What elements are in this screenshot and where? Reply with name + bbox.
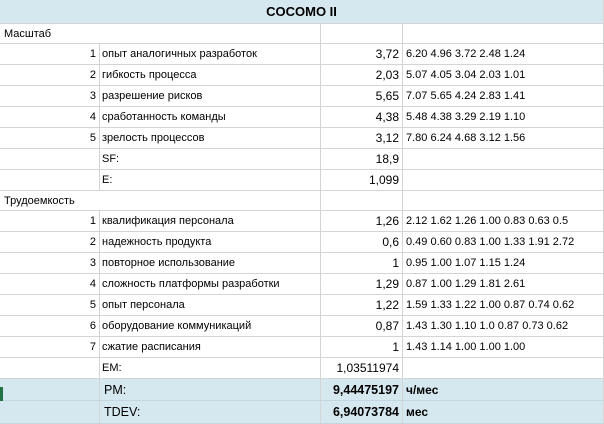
multiplier-name[interactable]: сложность платформы разработки bbox=[100, 274, 321, 295]
table-row: 3 повторное использование 1 0.95 1.00 1.… bbox=[0, 253, 604, 274]
multiplier-options[interactable]: 0.87 1.00 1.29 1.81 2.61 bbox=[403, 274, 604, 295]
multiplier-name[interactable]: повторное использование bbox=[100, 253, 321, 274]
row-number[interactable]: 1 bbox=[0, 211, 100, 232]
multiplier-value[interactable]: 1,26 bbox=[321, 211, 403, 232]
table-row: 1 квалификация персонала 1,26 2.12 1.62 … bbox=[0, 211, 604, 232]
table-row: 4 сложность платформы разработки 1,29 0.… bbox=[0, 274, 604, 295]
factor-value[interactable]: 2,03 bbox=[321, 65, 403, 86]
multiplier-options[interactable]: 1.43 1.30 1.10 1.0 0.87 0.73 0.62 bbox=[403, 316, 604, 337]
pm-value[interactable]: 9,44475197 bbox=[321, 379, 403, 401]
multiplier-value[interactable]: 1,22 bbox=[321, 295, 403, 316]
empty-cell[interactable] bbox=[0, 401, 100, 424]
table-row: 7 сжатие расписания 1 1.43 1.14 1.00 1.0… bbox=[0, 337, 604, 358]
table-row: 5 зрелость процессов 3,12 7.80 6.24 4.68… bbox=[0, 128, 604, 149]
multiplier-name[interactable]: квалификация персонала bbox=[100, 211, 321, 232]
table-row: 2 надежность продукта 0,6 0.49 0.60 0.83… bbox=[0, 232, 604, 253]
row-number[interactable]: 5 bbox=[0, 128, 100, 149]
factor-options[interactable]: 7.07 5.65 4.24 2.83 1.41 bbox=[403, 86, 604, 107]
factor-value[interactable]: 4,38 bbox=[321, 107, 403, 128]
em-row: EM: 1,03511974 bbox=[0, 358, 604, 379]
factor-options[interactable]: 7.80 6.24 4.68 3.12 1.56 bbox=[403, 128, 604, 149]
multiplier-options[interactable]: 1.59 1.33 1.22 1.00 0.87 0.74 0.62 bbox=[403, 295, 604, 316]
factor-value[interactable]: 3,12 bbox=[321, 128, 403, 149]
row-number[interactable]: 7 bbox=[0, 337, 100, 358]
factor-name[interactable]: сработанность команды bbox=[100, 107, 321, 128]
factor-options[interactable]: 5.07 4.05 3.04 2.03 1.01 bbox=[403, 65, 604, 86]
multiplier-name[interactable]: сжатие расписания bbox=[100, 337, 321, 358]
section-row-scale: Масштаб bbox=[0, 24, 604, 44]
row-number[interactable]: 1 bbox=[0, 44, 100, 65]
empty-cell[interactable] bbox=[0, 170, 100, 191]
row-number[interactable]: 3 bbox=[0, 253, 100, 274]
sheet-title[interactable]: COCOMO II bbox=[0, 0, 604, 24]
sf-label[interactable]: SF: bbox=[100, 149, 321, 170]
empty-cell[interactable] bbox=[0, 379, 100, 401]
row-number[interactable]: 6 bbox=[0, 316, 100, 337]
section-row-effort: Трудоемкость bbox=[0, 191, 604, 211]
multiplier-options[interactable]: 0.49 0.60 0.83 1.00 1.33 1.91 2.72 bbox=[403, 232, 604, 253]
multiplier-name[interactable]: надежность продукта bbox=[100, 232, 321, 253]
table-row: 1 опыт аналогичных разработок 3,72 6.20 … bbox=[0, 44, 604, 65]
tdev-value[interactable]: 6,94073784 bbox=[321, 401, 403, 424]
row-number[interactable]: 2 bbox=[0, 65, 100, 86]
empty-cell[interactable] bbox=[0, 149, 100, 170]
tdev-unit[interactable]: мес bbox=[403, 401, 604, 424]
multiplier-value[interactable]: 0,87 bbox=[321, 316, 403, 337]
table-row: 4 сработанность команды 4,38 5.48 4.38 3… bbox=[0, 107, 604, 128]
tdev-label[interactable]: TDEV: bbox=[100, 401, 321, 424]
row-number[interactable]: 5 bbox=[0, 295, 100, 316]
factor-options[interactable]: 5.48 4.38 3.29 2.19 1.10 bbox=[403, 107, 604, 128]
table-row: 2 гибкость процесса 2,03 5.07 4.05 3.04 … bbox=[0, 65, 604, 86]
factor-name[interactable]: разрешение рисков bbox=[100, 86, 321, 107]
em-label[interactable]: EM: bbox=[100, 358, 321, 379]
table-row: 6 оборудование коммуникаций 0,87 1.43 1.… bbox=[0, 316, 604, 337]
multiplier-value[interactable]: 1 bbox=[321, 253, 403, 274]
factor-name[interactable]: опыт аналогичных разработок bbox=[100, 44, 321, 65]
factor-value[interactable]: 3,72 bbox=[321, 44, 403, 65]
empty-cell[interactable] bbox=[0, 358, 100, 379]
row-number[interactable]: 3 bbox=[0, 86, 100, 107]
empty-cell[interactable] bbox=[321, 191, 403, 211]
factor-options[interactable]: 6.20 4.96 3.72 2.48 1.24 bbox=[403, 44, 604, 65]
multiplier-name[interactable]: опыт персонала bbox=[100, 295, 321, 316]
empty-cell[interactable] bbox=[403, 24, 604, 44]
e-value[interactable]: 1,099 bbox=[321, 170, 403, 191]
active-row-indicator bbox=[0, 387, 3, 401]
multiplier-options[interactable]: 0.95 1.00 1.07 1.15 1.24 bbox=[403, 253, 604, 274]
e-label[interactable]: E: bbox=[100, 170, 321, 191]
empty-cell[interactable] bbox=[403, 358, 604, 379]
multiplier-options[interactable]: 2.12 1.62 1.26 1.00 0.83 0.63 0.5 bbox=[403, 211, 604, 232]
factor-value[interactable]: 5,65 bbox=[321, 86, 403, 107]
empty-cell[interactable] bbox=[100, 191, 321, 211]
section-label-effort[interactable]: Трудоемкость bbox=[0, 191, 100, 211]
multiplier-value[interactable]: 1 bbox=[321, 337, 403, 358]
table-row: 3 разрешение рисков 5,65 7.07 5.65 4.24 … bbox=[0, 86, 604, 107]
empty-cell[interactable] bbox=[403, 191, 604, 211]
table-row: 5 опыт персонала 1,22 1.59 1.33 1.22 1.0… bbox=[0, 295, 604, 316]
tdev-row: TDEV: 6,94073784 мес bbox=[0, 401, 604, 424]
sf-row: SF: 18,9 bbox=[0, 149, 604, 170]
sf-value[interactable]: 18,9 bbox=[321, 149, 403, 170]
e-row: E: 1,099 bbox=[0, 170, 604, 191]
pm-row: PM: 9,44475197 ч/мес bbox=[0, 379, 604, 401]
factor-name[interactable]: гибкость процесса bbox=[100, 65, 321, 86]
multiplier-value[interactable]: 0,6 bbox=[321, 232, 403, 253]
empty-cell[interactable] bbox=[403, 170, 604, 191]
row-number[interactable]: 4 bbox=[0, 107, 100, 128]
row-number[interactable]: 4 bbox=[0, 274, 100, 295]
spreadsheet: COCOMO II Масштаб 1 опыт аналогичных раз… bbox=[0, 0, 604, 424]
factor-name[interactable]: зрелость процессов bbox=[100, 128, 321, 149]
pm-unit[interactable]: ч/мес bbox=[403, 379, 604, 401]
section-label-scale[interactable]: Масштаб bbox=[0, 24, 100, 44]
empty-cell[interactable] bbox=[321, 24, 403, 44]
multiplier-name[interactable]: оборудование коммуникаций bbox=[100, 316, 321, 337]
title-row: COCOMO II bbox=[0, 0, 604, 24]
pm-label[interactable]: PM: bbox=[100, 379, 321, 401]
row-number[interactable]: 2 bbox=[0, 232, 100, 253]
multiplier-value[interactable]: 1,29 bbox=[321, 274, 403, 295]
empty-cell[interactable] bbox=[100, 24, 321, 44]
em-value[interactable]: 1,03511974 bbox=[321, 358, 403, 379]
multiplier-options[interactable]: 1.43 1.14 1.00 1.00 1.00 bbox=[403, 337, 604, 358]
empty-cell[interactable] bbox=[403, 149, 604, 170]
